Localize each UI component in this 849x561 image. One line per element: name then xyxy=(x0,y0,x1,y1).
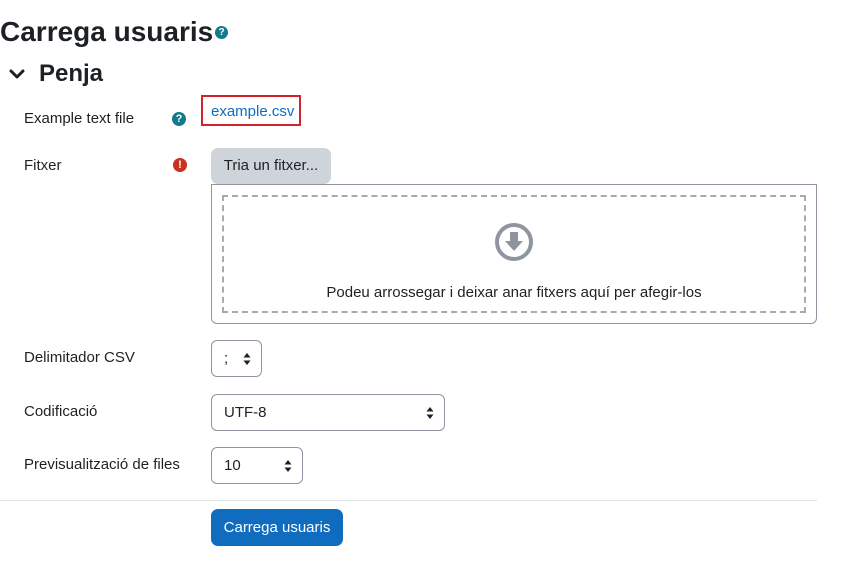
delimiter-value: ; xyxy=(224,350,229,367)
question-circle-icon[interactable]: ? xyxy=(172,112,186,126)
encoding-select[interactable]: UTF-8 xyxy=(211,394,445,431)
arrow-circle-down-icon xyxy=(495,223,533,261)
example-file-label: Example text file xyxy=(24,110,135,127)
delimiter-label: Delimitador CSV xyxy=(24,349,135,366)
preview-rows-label: Previsualització de files xyxy=(24,456,180,473)
upload-users-button[interactable]: Carrega usuaris xyxy=(211,509,343,546)
file-label: Fitxer xyxy=(24,157,62,174)
preview-rows-select[interactable]: 10 xyxy=(211,447,303,484)
page-title: Carrega usuaris? xyxy=(0,14,229,50)
chevron-down-icon[interactable] xyxy=(9,66,25,82)
preview-rows-value: 10 xyxy=(224,457,241,474)
title-help-icon[interactable]: ? xyxy=(215,26,229,40)
select-arrows-icon xyxy=(243,353,251,365)
example-csv-link[interactable]: example.csv xyxy=(211,102,294,122)
delimiter-select[interactable]: ; xyxy=(211,340,262,377)
section-title[interactable]: Penja xyxy=(39,59,103,89)
exclamation-circle-icon: ! xyxy=(173,158,187,172)
select-arrows-icon xyxy=(426,407,434,419)
dropzone-text: Podeu arrossegar i deixar anar fitxers a… xyxy=(326,284,702,301)
encoding-value: UTF-8 xyxy=(224,404,267,421)
form-divider xyxy=(0,500,817,501)
select-arrows-icon xyxy=(284,460,292,472)
choose-file-button[interactable]: Tria un fitxer... xyxy=(211,148,331,184)
encoding-label: Codificació xyxy=(24,403,98,420)
page-title-text: Carrega usuaris xyxy=(0,16,214,47)
